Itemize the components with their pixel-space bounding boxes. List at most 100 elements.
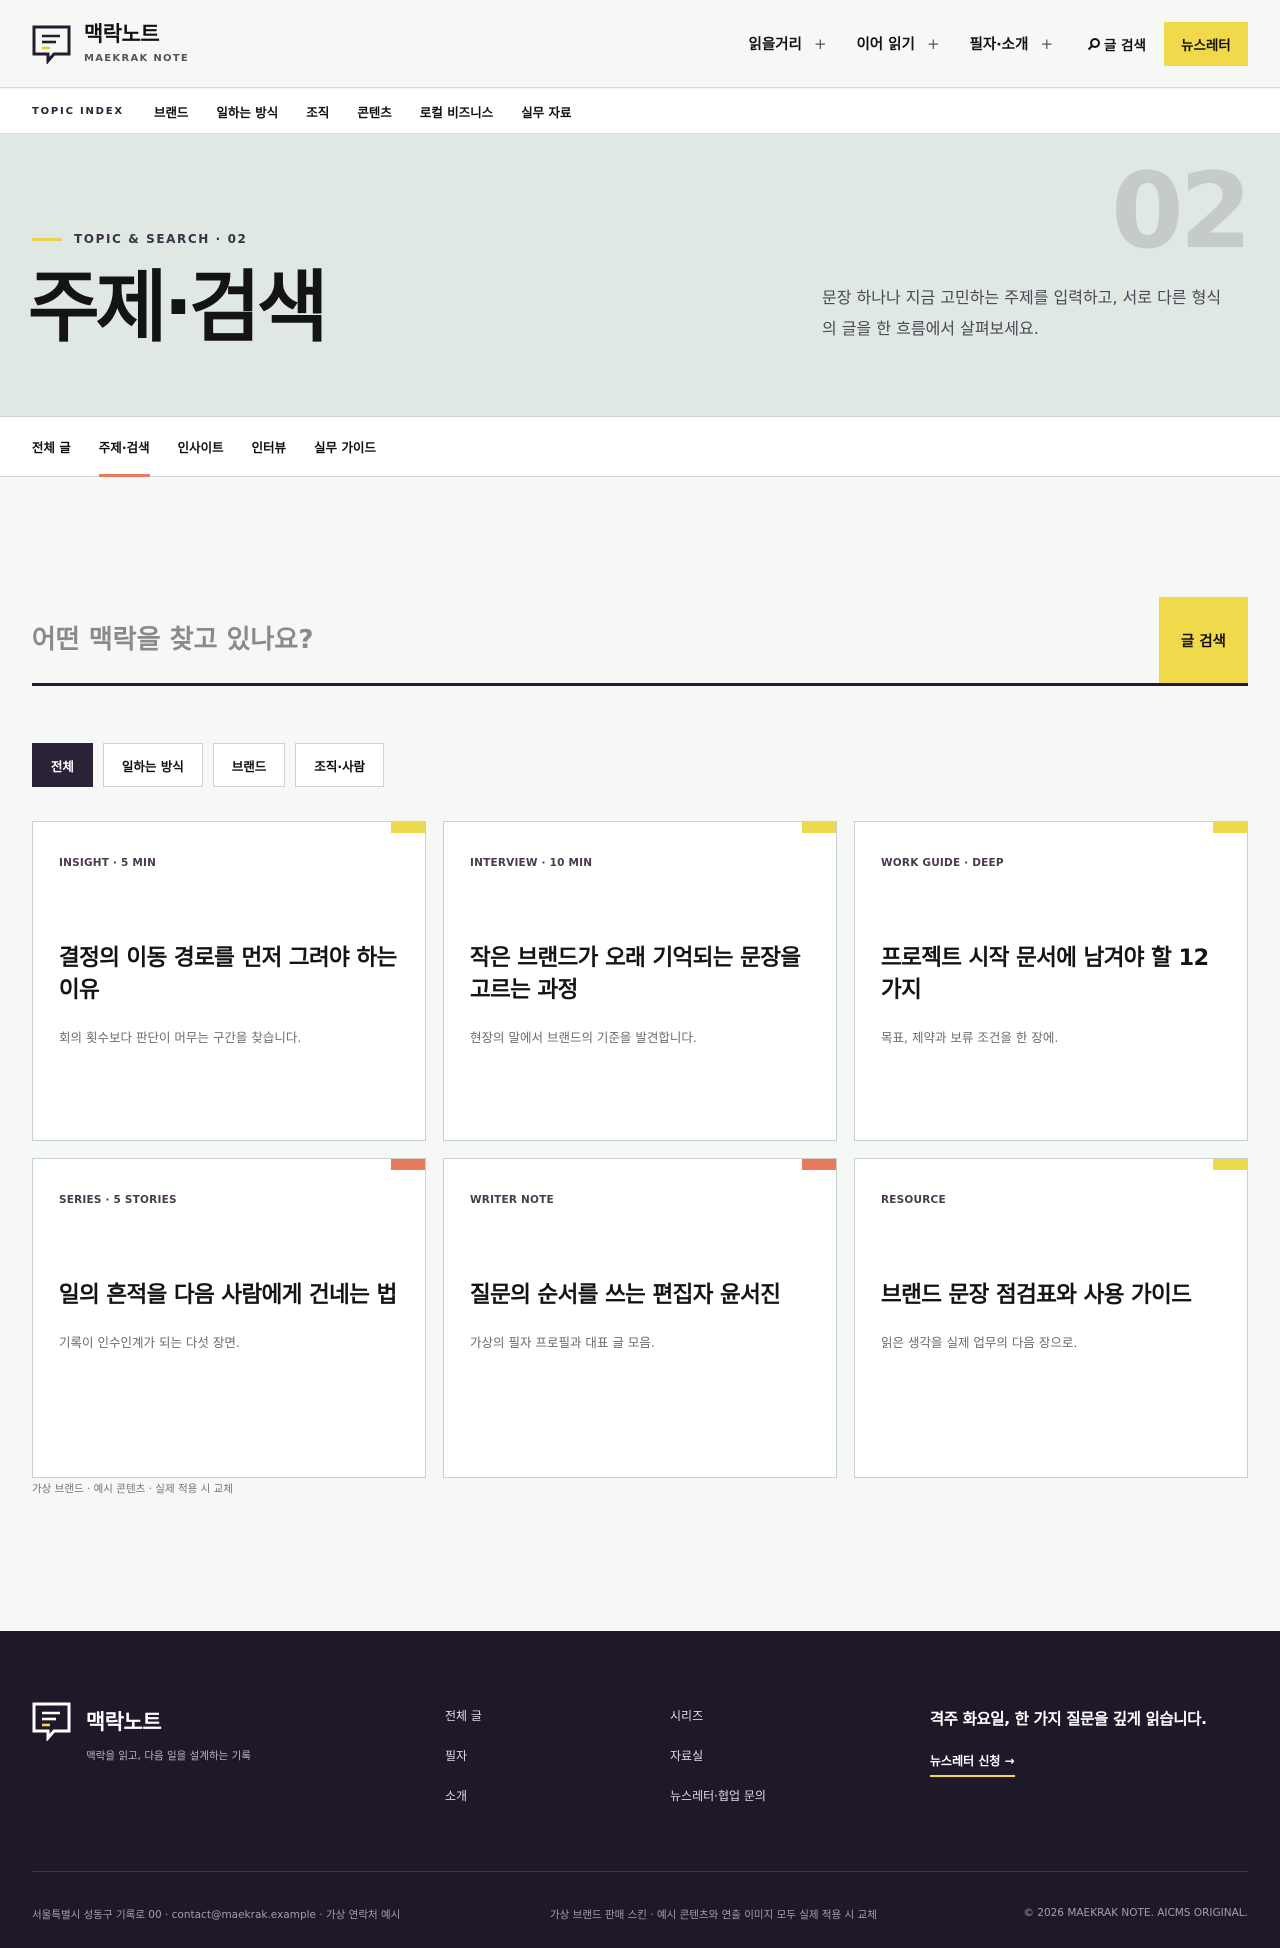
site-footer: 맥락노트 맥락을 읽고, 다음 일을 설계하는 기록 전체 글 필자 소개 시리…	[0, 1631, 1280, 1948]
article-card[interactable]: INSIGHT · 5 MIN 결정의 이동 경로를 먼저 그려야 하는 이유 …	[32, 821, 426, 1141]
card-summary: 현장의 말에서 브랜드의 기준을 발견합니다.	[470, 1030, 697, 1045]
topic-link-work-style[interactable]: 일하는 방식	[216, 102, 278, 121]
nav-reading[interactable]: 읽을거리 +	[749, 33, 827, 54]
newsletter-signup-link[interactable]: 뉴스레터 신청 →	[930, 1752, 1015, 1777]
header-search-label: 글 검색	[1104, 37, 1146, 54]
topic-link-content[interactable]: 콘텐츠	[357, 102, 392, 121]
plus-icon: +	[814, 34, 827, 53]
nav-writers-about[interactable]: 필자·소개 +	[970, 33, 1053, 54]
footer-copyright: © 2026 MAEKRAK NOTE. AICMS ORIGINAL.	[1023, 1907, 1248, 1919]
card-accent-tab	[1213, 1159, 1247, 1170]
brand-subtitle: MAEKRAK NOTE	[84, 52, 190, 64]
filter-chips: 전체 일하는 방식 브랜드 조직·사람	[32, 743, 385, 787]
card-accent-tab	[391, 822, 425, 833]
section-tabs: 전체 글 주제·검색 인사이트 인터뷰 실무 가이드	[0, 417, 1280, 477]
footer-link-series[interactable]: 시리즈	[670, 1709, 766, 1724]
hero-section-number: 02	[1111, 150, 1252, 272]
card-meta: WORK GUIDE · DEEP	[881, 857, 1004, 869]
article-card[interactable]: WORK GUIDE · DEEP 프로젝트 시작 문서에 남겨야 할 12가지…	[854, 821, 1248, 1141]
footer-link-newsletter-inquiry[interactable]: 뉴스레터·협업 문의	[670, 1789, 766, 1804]
filter-chip-all[interactable]: 전체	[32, 743, 94, 787]
search-icon	[1087, 37, 1101, 50]
card-accent-tab	[1213, 822, 1247, 833]
article-card[interactable]: SERIES · 5 STORIES 일의 흔적을 다음 사람에게 건네는 법 …	[32, 1158, 426, 1478]
plus-icon: +	[927, 34, 940, 53]
nav-continue-reading[interactable]: 이어 읽기 +	[857, 33, 940, 54]
tab-interview[interactable]: 인터뷰	[252, 417, 287, 476]
card-meta: SERIES · 5 STORIES	[59, 1194, 177, 1206]
topic-link-brand[interactable]: 브랜드	[154, 102, 189, 121]
card-summary: 기록이 인수인계가 되는 다섯 장면.	[59, 1335, 240, 1350]
footer-divider	[32, 1871, 1248, 1872]
card-title: 일의 흔적을 다음 사람에게 건네는 법	[59, 1282, 397, 1308]
nav-writers-label: 필자·소개	[969, 37, 1029, 53]
eyebrow-accent-line	[32, 237, 62, 241]
footer-brand-name: 맥락노트	[86, 1710, 162, 1734]
plus-icon: +	[1040, 34, 1054, 53]
hero-eyebrow: TOPIC & SEARCH · 02	[32, 232, 248, 246]
card-accent-tab	[802, 822, 836, 833]
footer-link-all-posts[interactable]: 전체 글	[445, 1709, 482, 1724]
topic-link-resources[interactable]: 실무 자료	[521, 102, 571, 121]
main-nav: 읽을거리 + 이어 읽기 + 필자·소개 + 글 검색 뉴스레터	[719, 21, 1248, 66]
card-accent-tab	[802, 1159, 836, 1170]
tab-insight[interactable]: 인사이트	[178, 417, 224, 476]
tab-topic-search[interactable]: 주제·검색	[98, 417, 150, 477]
card-summary: 회의 횟수보다 판단이 머무는 구간을 찾습니다.	[59, 1030, 302, 1045]
topic-link-organization[interactable]: 조직	[306, 102, 329, 121]
footer-address: 서울특별시 성동구 기록로 00 · contact@maekrak.examp…	[32, 1909, 401, 1921]
newsletter-button[interactable]: 뉴스레터	[1164, 21, 1248, 66]
page-title: 주제·검색	[28, 263, 329, 353]
card-meta: INTERVIEW · 10 MIN	[470, 857, 593, 869]
nav-reading-label: 읽을거리	[748, 37, 802, 53]
card-summary: 읽은 생각을 실제 업무의 다음 장으로.	[881, 1335, 1078, 1350]
card-meta: WRITER NOTE	[470, 1194, 554, 1206]
search-form: 글 검색	[32, 597, 1248, 686]
topic-index-bar: TOPIC INDEX 브랜드 일하는 방식 조직 콘텐츠 로컬 비즈니스 실무…	[0, 89, 1280, 134]
tab-all-posts[interactable]: 전체 글	[32, 417, 71, 476]
logo-icon	[32, 1702, 71, 1741]
topic-link-local-business[interactable]: 로컬 비즈니스	[420, 102, 493, 121]
footer-links-col-1: 전체 글 필자 소개	[445, 1709, 482, 1804]
hero-description: 문장 하나나 지금 고민하는 주제를 입력하고, 서로 다른 형식의 글을 한 …	[822, 288, 1222, 338]
card-title: 질문의 순서를 쓰는 편집자 윤서진	[470, 1282, 781, 1308]
nav-continue-label: 이어 읽기	[856, 37, 915, 53]
article-card[interactable]: WRITER NOTE 질문의 순서를 쓰는 편집자 윤서진 가상의 필자 프로…	[443, 1158, 837, 1478]
newsletter-signup-label: 뉴스레터 신청	[930, 1754, 1001, 1768]
brand-logo-link[interactable]: 맥락노트 MAEKRAK NOTE	[32, 22, 190, 64]
site-header: 맥락노트 MAEKRAK NOTE 읽을거리 + 이어 읽기 + 필자·소개 +…	[0, 0, 1280, 88]
card-title: 프로젝트 시작 문서에 남겨야 할 12가지	[881, 945, 1209, 1003]
logo-icon	[32, 25, 71, 64]
card-meta: INSIGHT · 5 MIN	[59, 857, 157, 869]
filter-chip-work-style[interactable]: 일하는 방식	[103, 743, 203, 787]
demo-caption: 가상 브랜드 · 예시 콘텐츠 · 실제 적용 시 교체	[32, 1483, 233, 1495]
footer-newsletter-headline: 격주 화요일, 한 가지 질문을 깊게 읽습니다.	[930, 1710, 1207, 1728]
card-summary: 목표, 제약과 보류 조건을 한 장에.	[881, 1030, 1059, 1045]
footer-tagline: 맥락을 읽고, 다음 일을 설계하는 기록	[86, 1750, 251, 1762]
page-hero: TOPIC & SEARCH · 02 주제·검색 02 문장 하나나 지금 고…	[0, 134, 1280, 417]
card-title: 결정의 이동 경로를 먼저 그려야 하는 이유	[59, 945, 397, 1003]
filter-chip-org-people[interactable]: 조직·사람	[295, 743, 385, 787]
topic-index-label: TOPIC INDEX	[32, 105, 124, 117]
search-input[interactable]	[32, 597, 1159, 683]
hero-eyebrow-text: TOPIC & SEARCH · 02	[74, 232, 248, 246]
footer-link-about[interactable]: 소개	[445, 1789, 482, 1804]
article-card[interactable]: RESOURCE 브랜드 문장 점검표와 사용 가이드 읽은 생각을 실제 업무…	[854, 1158, 1248, 1478]
footer-brand[interactable]: 맥락노트	[32, 1701, 162, 1741]
search-submit-button[interactable]: 글 검색	[1159, 597, 1248, 683]
brand-name: 맥락노트	[84, 22, 160, 47]
header-search-link[interactable]: 글 검색	[1087, 34, 1146, 54]
card-title: 작은 브랜드가 오래 기억되는 문장을 고르는 과정	[470, 945, 801, 1003]
article-card[interactable]: INTERVIEW · 10 MIN 작은 브랜드가 오래 기억되는 문장을 고…	[443, 821, 837, 1141]
card-accent-tab	[391, 1159, 425, 1170]
arrow-right-icon: →	[1004, 1754, 1015, 1768]
article-card-grid: INSIGHT · 5 MIN 결정의 이동 경로를 먼저 그려야 하는 이유 …	[32, 821, 1248, 1478]
footer-link-archive[interactable]: 자료실	[670, 1749, 766, 1764]
tab-practical-guide[interactable]: 실무 가이드	[314, 417, 376, 476]
card-summary: 가상의 필자 프로필과 대표 글 모음.	[470, 1335, 655, 1350]
footer-link-writers[interactable]: 필자	[445, 1749, 482, 1764]
footer-links-col-2: 시리즈 자료실 뉴스레터·협업 문의	[670, 1709, 766, 1804]
filter-chip-brand[interactable]: 브랜드	[212, 743, 286, 787]
footer-notice: 가상 브랜드 판매 스킨 · 예시 콘텐츠와 연출 이미지 모두 실제 적용 시…	[550, 1909, 877, 1921]
card-meta: RESOURCE	[881, 1194, 946, 1206]
